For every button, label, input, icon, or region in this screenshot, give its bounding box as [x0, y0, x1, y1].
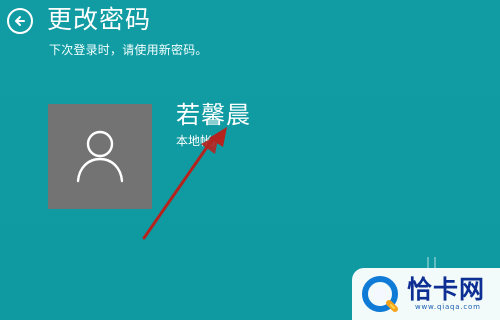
back-arrow-circle-icon — [15, 16, 25, 26]
watermark-title: 恰卡网 — [407, 275, 486, 304]
watermark-domain: www.qiaqa.com — [415, 303, 481, 311]
page-subtitle: 下次登录时，请使用新密码。 — [49, 43, 208, 57]
page-title: 更改密码 — [47, 5, 152, 34]
watermark-text: 恰卡网 www.qiaqa.com — [407, 276, 485, 312]
watermark: 恰卡网 www.qiaqa.com — [352, 268, 500, 320]
back-button[interactable] — [7, 8, 33, 34]
qiaqa-logo-icon — [362, 276, 398, 312]
change-password-page: 更改密码 下次登录时，请使用新密码。 若馨晨 本地帐户 恰卡网 www.qiaq… — [0, 0, 500, 320]
user-icon — [76, 130, 124, 183]
red-arrow-icon — [142, 127, 227, 240]
